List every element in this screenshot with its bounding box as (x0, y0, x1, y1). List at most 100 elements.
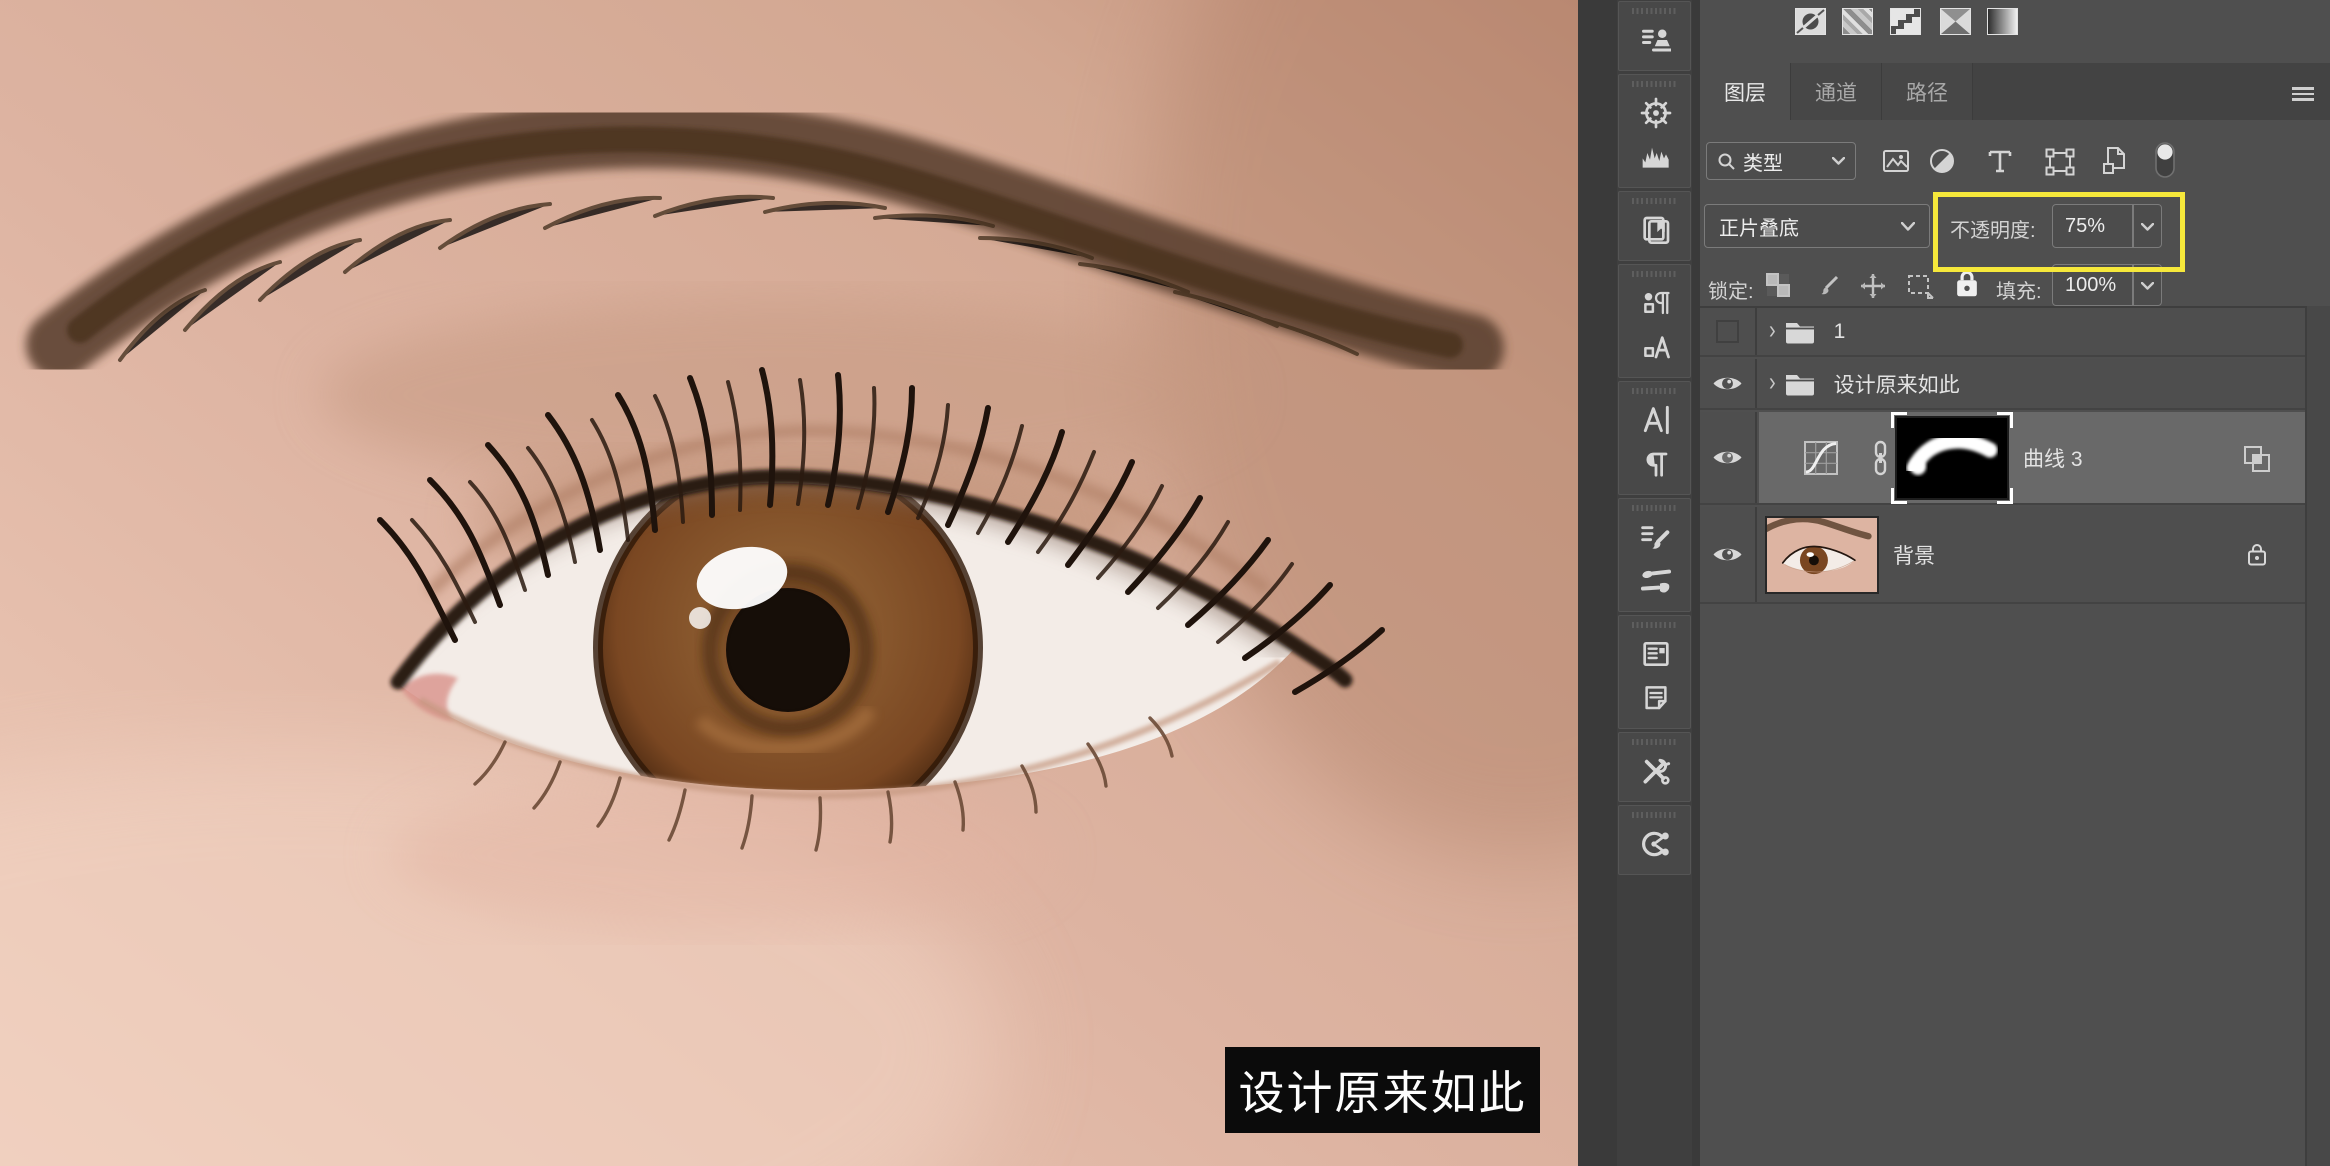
fill-field[interactable]: 100% (2052, 264, 2162, 306)
dock-grip[interactable] (1632, 622, 1678, 628)
canvas-panel-gutter (1578, 0, 1617, 1166)
filter-kind-dropdown[interactable]: 类型 (1706, 142, 1856, 180)
layer-name: 设计原来如此 (1834, 369, 1960, 399)
mask-content (1897, 418, 2007, 498)
dock-grip[interactable] (1632, 739, 1678, 745)
dock-group-6 (1618, 498, 1691, 612)
mask-selected-bracket (1997, 488, 2013, 504)
chevron-down-icon[interactable] (2141, 223, 2154, 231)
diagonal-stripes-thumb[interactable] (1842, 8, 1873, 35)
properties-panel-icon[interactable] (1619, 632, 1692, 676)
folder-icon (1784, 371, 1816, 397)
chevron-down-icon (1832, 157, 1845, 165)
character-styles-panel-icon[interactable] (1619, 325, 1692, 369)
chevron-down-icon[interactable] (2141, 282, 2154, 290)
layer-row-group-design[interactable]: › 设计原来如此 (1700, 359, 2305, 410)
dock-grip[interactable] (1632, 8, 1678, 14)
mask-selected-bracket (1891, 412, 1907, 428)
type-layer-filter-icon[interactable] (1988, 148, 2012, 179)
dock-group-8 (1618, 732, 1691, 802)
dock-grip[interactable] (1632, 812, 1678, 818)
lock-image-pixels-icon[interactable] (1814, 271, 1842, 304)
layers-scroll-gutter[interactable] (2305, 306, 2330, 1166)
dock-grip[interactable] (1632, 81, 1678, 87)
dock-grip[interactable] (1632, 271, 1678, 277)
dock-grip[interactable] (1632, 388, 1678, 394)
share-panel-icon[interactable] (1619, 822, 1692, 866)
field-divider (2132, 205, 2134, 247)
filter-kind-value: 类型 (1743, 147, 1783, 176)
opacity-field[interactable]: 75% (2052, 204, 2162, 248)
bowtie-thumb[interactable] (1940, 8, 1971, 35)
chevron-down-icon (1901, 222, 1915, 231)
lock-transparent-pixels-icon[interactable] (1765, 272, 1791, 303)
dock-panel-seam (1692, 0, 1700, 1166)
layer-row-background[interactable]: 背景 (1700, 507, 2305, 604)
adjustment-layer-filter-icon[interactable] (1928, 147, 1956, 180)
visibility-toggle[interactable] (1700, 308, 1757, 355)
tab-paths[interactable]: 路径 (1882, 63, 1973, 120)
dock-group-5 (1618, 381, 1691, 495)
tab-layers[interactable]: 图层 (1700, 63, 1791, 120)
overlap-squares-icon[interactable] (2243, 445, 2271, 473)
dock-group-4 (1618, 264, 1691, 378)
layer-name: 曲线 3 (2023, 443, 2083, 473)
panel-menu-icon[interactable] (2292, 87, 2314, 101)
layer-row-curves-3[interactable]: 曲线 3 (1700, 412, 2305, 505)
brush-settings-panel-icon[interactable] (1619, 515, 1692, 559)
pixel-layer-filter-icon[interactable] (1882, 148, 1910, 179)
visibility-toggle[interactable] (1700, 507, 1757, 602)
layer-mask-thumbnail[interactable] (1897, 418, 2007, 498)
smart-object-filter-icon[interactable] (2102, 146, 2128, 181)
folder-icon (1784, 319, 1816, 345)
background-thumb-image (1767, 518, 1877, 592)
group-expand-chevron[interactable]: › (1769, 317, 1776, 347)
field-divider (2132, 265, 2134, 305)
layer-row-group-1[interactable]: › 1 (1700, 308, 2305, 357)
navigator-panel-icon[interactable] (1619, 91, 1692, 135)
eye-icon (1712, 374, 1743, 393)
eye-photo (0, 0, 1578, 1166)
tab-channels[interactable]: 通道 (1791, 63, 1882, 120)
fill-value: 100% (2065, 274, 2116, 297)
zigzag-thumb[interactable] (1890, 8, 1921, 35)
dock-group-9 (1618, 805, 1691, 875)
shape-layer-filter-icon[interactable] (2045, 148, 2075, 181)
visibility-checkbox-empty (1716, 320, 1739, 343)
brushes-panel-icon[interactable] (1619, 559, 1692, 603)
group-expand-chevron[interactable]: › (1769, 369, 1776, 399)
dock-grip[interactable] (1632, 505, 1678, 511)
histogram-panel-icon[interactable] (1619, 135, 1692, 179)
lock-position-icon[interactable] (1858, 271, 1888, 306)
background-lock-icon[interactable] (2245, 541, 2269, 568)
lock-all-icon[interactable] (1952, 268, 1982, 305)
document-canvas[interactable]: 设计原来如此 (0, 0, 1578, 1166)
paragraph-panel-icon[interactable] (1619, 442, 1692, 486)
dock-group-2 (1618, 74, 1691, 188)
eye-icon (1712, 448, 1743, 467)
visibility-toggle[interactable] (1700, 359, 1757, 408)
layer-thumbnail[interactable] (1767, 518, 1877, 592)
curves-adjustment-icon[interactable] (1803, 440, 1839, 476)
visibility-toggle[interactable] (1700, 412, 1757, 503)
collapsed-panels-dock (1617, 0, 1692, 1166)
history-panel-icon[interactable] (1619, 18, 1692, 62)
filter-toggle[interactable] (2153, 140, 2177, 185)
watermark-caption: 设计原来如此 (1225, 1047, 1540, 1133)
search-icon (1717, 152, 1736, 171)
dock-group-1 (1618, 1, 1691, 71)
dock-grip[interactable] (1632, 198, 1678, 204)
layer-name: 1 (1834, 320, 1846, 344)
gradient-thumb[interactable] (1987, 8, 2018, 35)
blend-mode-dropdown[interactable]: 正片叠底 (1704, 204, 1930, 248)
tool-presets-panel-icon[interactable] (1619, 749, 1692, 793)
lock-artboard-icon[interactable] (1904, 272, 1934, 304)
tab-bar-filler (1973, 63, 2330, 120)
notes-panel-icon[interactable] (1619, 676, 1692, 720)
mask-selected-bracket (1997, 412, 2013, 428)
character-panel-icon[interactable] (1619, 398, 1692, 442)
libraries-panel-icon[interactable] (1619, 208, 1692, 252)
circle-slash-thumb[interactable] (1795, 8, 1826, 35)
paragraph-styles-panel-icon[interactable] (1619, 281, 1692, 325)
mask-link-icon[interactable] (1872, 440, 1889, 476)
